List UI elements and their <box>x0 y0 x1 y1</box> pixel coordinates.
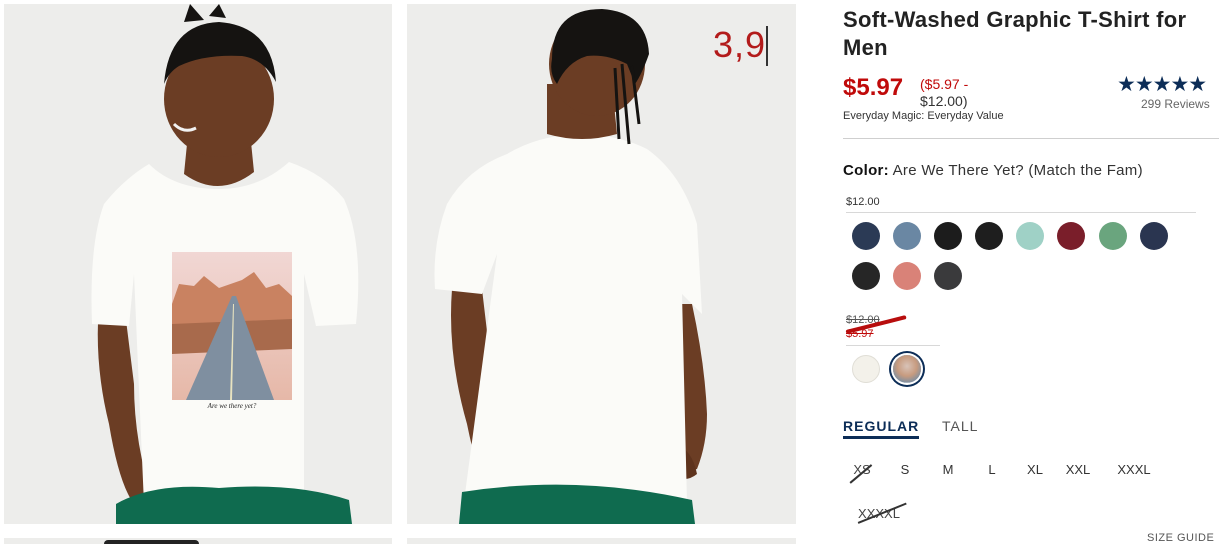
text-caret <box>766 26 768 66</box>
tab-regular[interactable]: REGULAR <box>843 418 920 439</box>
color-swatch-coral[interactable] <box>893 262 921 290</box>
color-swatch-green[interactable] <box>1099 222 1127 250</box>
size-guide-link[interactable]: SIZE GUIDE <box>1147 532 1214 544</box>
model-front-illustration: Are we there yet? <box>91 4 359 524</box>
tab-tall[interactable]: TALL <box>942 418 978 434</box>
color-swatch-aqua[interactable] <box>1016 222 1044 250</box>
color-swatch-navy[interactable] <box>852 222 880 250</box>
sale-price: $5.97 <box>843 74 904 101</box>
color-swatch-charcoal[interactable] <box>852 262 880 290</box>
size-s[interactable]: S <box>895 462 915 477</box>
color-value: Are We There Yet? (Match the Fam) <box>892 162 1143 179</box>
product-title: Soft-Washed Graphic T-Shirt for Men <box>843 7 1187 60</box>
price-range-low: ($5.97 - <box>920 76 969 92</box>
size-xxxl[interactable]: XXXL <box>1114 462 1154 477</box>
swatch-group-price: $12.00 <box>846 196 880 208</box>
product-photo-front[interactable]: Are we there yet? <box>4 4 392 524</box>
size-xxl[interactable]: XXL <box>1062 462 1094 477</box>
size-l[interactable]: L <box>982 462 1002 477</box>
color-swatch-black-2[interactable] <box>975 222 1003 250</box>
product-photo-back[interactable] <box>407 4 796 524</box>
color-swatch-are-we-there-yet[interactable] <box>893 355 921 383</box>
color-swatch-burgundy[interactable] <box>1057 222 1085 250</box>
swatch-group-divider <box>846 212 1196 213</box>
model-back-illustration <box>434 9 707 524</box>
color-selection-label: Color: Are We There Yet? (Match the Fam) <box>843 162 1143 179</box>
promo-badge: Everyday Magic: Everyday Value <box>843 110 1004 122</box>
color-swatch-dark-gray[interactable] <box>934 262 962 290</box>
rating-stars[interactable]: ★★★★★ <box>1117 72 1207 97</box>
color-swatch-slate-blue[interactable] <box>893 222 921 250</box>
color-label: Color: <box>843 162 889 179</box>
photo-counter: 3,9 <box>713 24 767 65</box>
reviews-link[interactable]: 299 Reviews <box>1141 97 1210 111</box>
thumbnail-strip-left[interactable] <box>4 538 392 544</box>
price-range-high: $12.00) <box>920 93 968 109</box>
swatch-group-divider-2 <box>846 345 940 346</box>
size-xl[interactable]: XL <box>1022 462 1048 477</box>
divider <box>843 138 1219 139</box>
color-swatch-black[interactable] <box>934 222 962 250</box>
print-caption: Are we there yet? <box>207 402 257 410</box>
size-m[interactable]: M <box>938 462 958 477</box>
price-range: ($5.97 - $12.00) <box>920 76 968 110</box>
thumbnail-strip-right[interactable] <box>407 538 796 544</box>
color-swatch-dark-navy[interactable] <box>1140 222 1168 250</box>
color-swatch-white[interactable] <box>852 355 880 383</box>
